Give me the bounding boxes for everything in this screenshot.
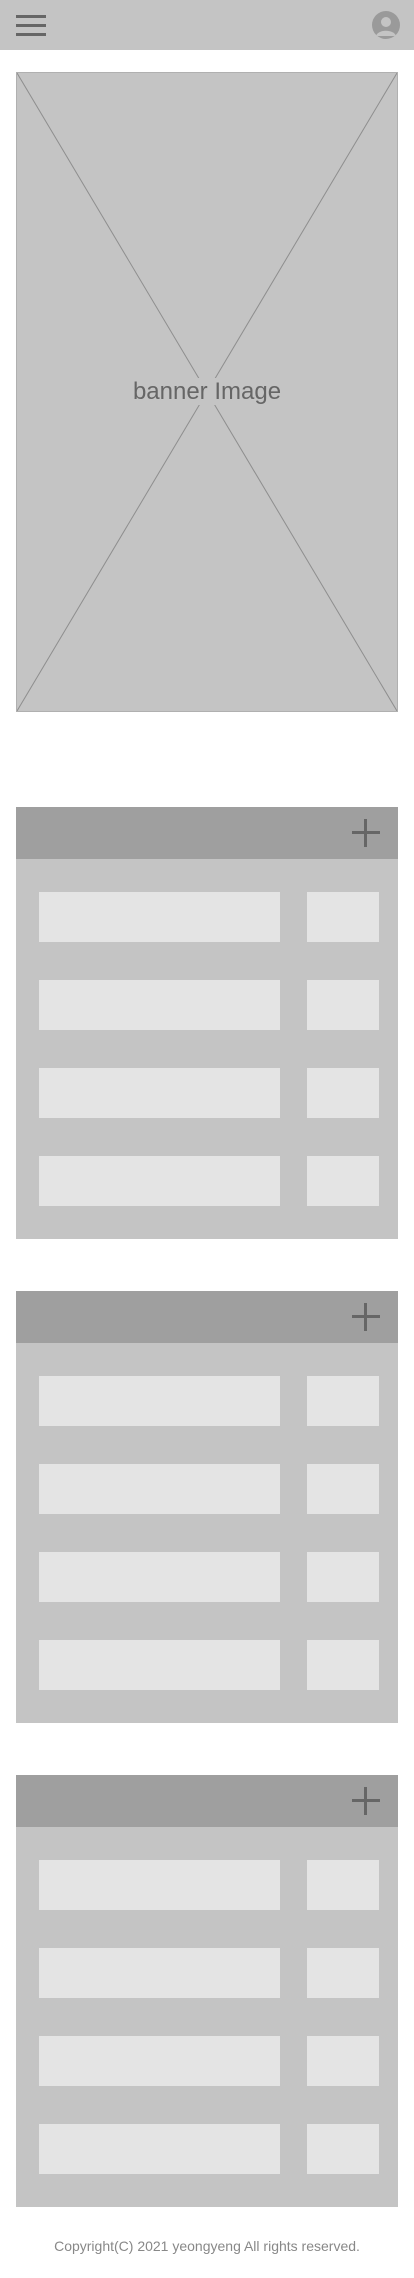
list-item-bar[interactable] <box>39 1068 280 1118</box>
list-item-box[interactable] <box>307 2036 379 2086</box>
list-item-bar[interactable] <box>39 1464 280 1514</box>
list-item-box[interactable] <box>307 1860 379 1910</box>
panel-header <box>16 807 398 859</box>
list-item-bar[interactable] <box>39 1376 280 1426</box>
user-profile-icon[interactable] <box>372 11 400 39</box>
list-item-box[interactable] <box>307 1376 379 1426</box>
list-item-bar[interactable] <box>39 1948 280 1998</box>
content-panel <box>16 1775 398 2207</box>
plus-icon[interactable] <box>352 819 380 847</box>
banner-image-placeholder: banner Image <box>16 72 398 712</box>
list-item-box[interactable] <box>307 1464 379 1514</box>
list-item-box[interactable] <box>307 1948 379 1998</box>
list-item-box[interactable] <box>307 1552 379 1602</box>
list-item-box[interactable] <box>307 1156 379 1206</box>
hamburger-menu-icon[interactable] <box>16 15 46 37</box>
plus-icon[interactable] <box>352 1787 380 1815</box>
list-item-bar[interactable] <box>39 2036 280 2086</box>
list-item-box[interactable] <box>307 980 379 1030</box>
list-item-box[interactable] <box>307 892 379 942</box>
list-item-bar[interactable] <box>39 980 280 1030</box>
content-panel <box>16 1291 398 1723</box>
list-item-box[interactable] <box>307 1640 379 1690</box>
panel-header <box>16 1775 398 1827</box>
list-item-bar[interactable] <box>39 1156 280 1206</box>
list-item-bar[interactable] <box>39 892 280 942</box>
banner-label: banner Image <box>124 378 290 405</box>
top-header <box>0 0 414 50</box>
list-item-bar[interactable] <box>39 2124 280 2174</box>
list-item-bar[interactable] <box>39 1860 280 1910</box>
footer-copyright: Copyright(C) 2021 yeongyeng All rights r… <box>54 2238 360 2254</box>
content-panel <box>16 807 398 1239</box>
list-item-box[interactable] <box>307 1068 379 1118</box>
list-item-bar[interactable] <box>39 1640 280 1690</box>
list-item-bar[interactable] <box>39 1552 280 1602</box>
plus-icon[interactable] <box>352 1303 380 1331</box>
panel-header <box>16 1291 398 1343</box>
list-item-box[interactable] <box>307 2124 379 2174</box>
